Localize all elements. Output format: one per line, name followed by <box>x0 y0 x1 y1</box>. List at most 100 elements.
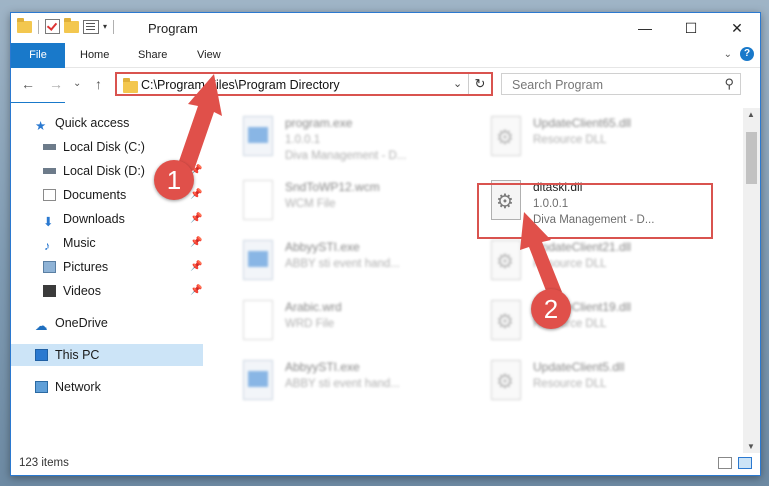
sidebar-item-onedrive[interactable]: ☁ OneDrive <box>11 312 203 334</box>
sidebar-item-label: OneDrive <box>55 316 108 330</box>
address-bar[interactable]: C:\Program Files\Program Directory ⌄ <box>115 72 493 96</box>
expand-ribbon-icon[interactable]: ⌄ <box>724 49 732 60</box>
forward-button[interactable]: → <box>49 76 63 92</box>
sidebar-item-label: Network <box>55 380 101 394</box>
sidebar-item-pictures[interactable]: Pictures 📌 <box>11 256 203 278</box>
download-icon: ⬇ <box>43 215 54 229</box>
back-button[interactable]: ← <box>21 76 35 92</box>
tab-home[interactable]: Home <box>80 43 109 67</box>
file-item[interactable]: UpdateClient19.dll Resource DLL <box>463 296 703 356</box>
file-item[interactable]: program.exe 1.0.0.1 Diva Management - D.… <box>215 112 455 172</box>
sidebar-item-videos[interactable]: Videos 📌 <box>11 280 203 302</box>
file-item[interactable]: SndToWP12.wcm WCM File <box>215 176 455 236</box>
exe-icon <box>243 360 273 400</box>
pin-icon[interactable]: 📌 <box>190 208 202 230</box>
address-folder-icon <box>123 78 138 93</box>
file-list: program.exe 1.0.0.1 Diva Management - D.… <box>207 108 737 453</box>
file-icon <box>243 300 273 340</box>
ditaski-highlight-box <box>477 183 713 239</box>
dll-icon <box>491 116 521 156</box>
folder-icon <box>17 17 32 33</box>
window-controls: — ☐ ✕ <box>622 13 760 43</box>
file-name: AbbyySTI.exe <box>285 240 360 254</box>
file-name: UpdateClient21.dll <box>533 240 632 254</box>
scroll-up-icon[interactable]: ▲ <box>747 110 755 119</box>
pin-icon[interactable]: 📌 <box>190 256 202 278</box>
help-icon[interactable]: ? <box>740 47 754 61</box>
drive-icon <box>43 144 56 150</box>
search-icon[interactable]: ⚲ <box>724 76 734 92</box>
cloud-icon: ☁ <box>35 319 48 333</box>
details-view-icon[interactable] <box>718 457 732 469</box>
file-item[interactable]: UpdateClient5.dll Resource DLL <box>463 356 703 416</box>
item-count: 123 items <box>19 457 69 469</box>
file-type: Resource DLL <box>533 258 607 270</box>
status-bar: 123 items <box>11 453 760 475</box>
sidebar-item-music[interactable]: ♪ Music 📌 <box>11 232 203 254</box>
up-button[interactable]: ↑ <box>95 76 102 92</box>
network-icon <box>35 381 48 393</box>
file-type: Resource DLL <box>533 378 607 390</box>
file-company: Diva Management - D... <box>285 150 407 162</box>
file-description: ABBY sti event hand... <box>285 378 400 390</box>
maximize-button[interactable]: ☐ <box>668 13 714 43</box>
file-name: AbbyySTI.exe <box>285 360 360 374</box>
pin-icon[interactable]: 📌 <box>190 136 202 158</box>
file-item[interactable]: UpdateClient65.dll Resource DLL <box>463 112 703 172</box>
sidebar-item-downloads[interactable]: ⬇ Downloads 📌 <box>11 208 203 230</box>
dll-icon <box>491 300 521 340</box>
pictures-icon <box>43 261 56 273</box>
documents-icon <box>43 189 56 201</box>
scroll-thumb[interactable] <box>746 132 757 184</box>
sidebar-item-quick-access[interactable]: ★ Quick access <box>11 112 203 134</box>
properties-check-icon[interactable] <box>45 19 60 34</box>
pin-icon[interactable]: 📌 <box>190 280 202 302</box>
view-toggle <box>718 457 752 469</box>
refresh-button[interactable]: ↻ <box>468 74 491 94</box>
dll-icon <box>491 240 521 280</box>
sidebar-item-this-pc[interactable]: This PC <box>11 344 203 366</box>
file-name: program.exe <box>285 116 353 130</box>
address-path[interactable]: C:\Program Files\Program Directory <box>141 78 340 92</box>
sidebar-item-local-disk-c[interactable]: Local Disk (C:) 📌 <box>11 136 203 158</box>
sidebar-item-label: Local Disk (D:) <box>63 164 145 178</box>
file-item[interactable]: AbbyySTI.exe ABBY sti event hand... <box>215 236 455 296</box>
ribbon-tabs: File Home Share View ⌄ ? <box>11 43 760 103</box>
vertical-scrollbar[interactable]: ▲ ▼ <box>743 108 760 453</box>
file-type: WRD File <box>285 318 335 330</box>
sidebar-item-label: Pictures <box>63 260 109 274</box>
music-icon: ♪ <box>44 239 51 253</box>
file-type: Resource DLL <box>533 134 607 146</box>
toolbar-divider <box>38 19 39 34</box>
recent-locations-button[interactable]: ⌄ <box>73 78 81 89</box>
program-exe-icon <box>243 116 273 156</box>
large-icons-view-icon[interactable] <box>738 457 752 469</box>
scroll-down-icon[interactable]: ▼ <box>747 442 755 451</box>
file-item[interactable]: UpdateClient21.dll Resource DLL <box>463 236 703 296</box>
customize-dropdown-icon[interactable]: ▾ <box>103 22 107 31</box>
dll-icon <box>491 360 521 400</box>
pin-icon[interactable]: 📌 <box>190 232 202 254</box>
customize-toolbar-icon[interactable] <box>83 19 99 34</box>
star-icon: ★ <box>35 119 47 133</box>
annotation-marker-2: 2 <box>531 289 571 329</box>
sidebar-item-network[interactable]: Network <box>11 376 203 398</box>
tab-view[interactable]: View <box>197 43 221 67</box>
pc-icon <box>35 349 48 361</box>
search-box[interactable]: Search Program ⚲ <box>501 73 741 95</box>
sidebar-item-label: Downloads <box>63 212 125 226</box>
sidebar-item-label: Quick access <box>55 116 130 130</box>
address-dropdown-icon[interactable]: ⌄ <box>453 77 462 90</box>
sidebar-item-label: Local Disk (C:) <box>63 140 145 154</box>
close-button[interactable]: ✕ <box>714 13 760 43</box>
file-type: WCM File <box>285 198 336 210</box>
tab-share[interactable]: Share <box>138 43 167 67</box>
new-folder-icon[interactable] <box>64 17 79 33</box>
file-name: SndToWP12.wcm <box>285 180 380 194</box>
file-name: Arabic.wrd <box>285 300 342 314</box>
minimize-button[interactable]: — <box>622 13 668 43</box>
file-item[interactable]: AbbyySTI.exe ABBY sti event hand... <box>215 356 455 416</box>
file-item[interactable]: Arabic.wrd WRD File <box>215 296 455 356</box>
sidebar-item-label: This PC <box>55 348 100 362</box>
file-name: UpdateClient65.dll <box>533 116 632 130</box>
